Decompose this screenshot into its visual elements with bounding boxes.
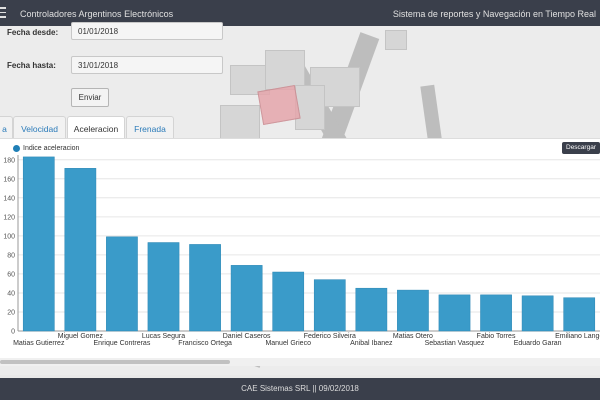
bar-13[interactable] bbox=[563, 297, 596, 332]
x-tick-label-13: Emiliano Lango bbox=[555, 333, 600, 340]
brand-title: Controladores Argentinos Electrónicos bbox=[20, 9, 174, 19]
bar-1[interactable] bbox=[64, 168, 97, 332]
legend-dot-icon bbox=[13, 145, 20, 152]
y-tick-label-4: 80 bbox=[7, 252, 15, 259]
y-tick-label-3: 60 bbox=[7, 271, 15, 278]
y-tick-label-1: 20 bbox=[7, 309, 15, 316]
y-tick-label-7: 140 bbox=[3, 195, 15, 202]
bar-0[interactable] bbox=[22, 156, 55, 332]
hamburger-menu-icon[interactable] bbox=[0, 7, 6, 19]
x-tick-label-4: Francisco Ortega bbox=[178, 340, 232, 347]
x-tick-label-7: Federico Silveira bbox=[304, 333, 356, 340]
from-date-label: Fecha desde: bbox=[7, 28, 59, 37]
tab-partial[interactable]: a bbox=[0, 116, 13, 139]
scroll-thumb[interactable] bbox=[0, 360, 230, 364]
report-tabs: a Velocidad Aceleracion Frenada bbox=[0, 116, 600, 139]
bar-7[interactable] bbox=[313, 279, 346, 332]
submit-button[interactable]: Enviar bbox=[71, 88, 109, 107]
bar-5[interactable] bbox=[230, 265, 263, 332]
y-tick-label-8: 160 bbox=[3, 176, 15, 183]
y-tick-label-9: 180 bbox=[3, 157, 15, 164]
y-tick-label-5: 100 bbox=[3, 233, 15, 240]
x-tick-label-8: Anibal Ibanez bbox=[350, 340, 393, 347]
tab-velocidad[interactable]: Velocidad bbox=[13, 116, 66, 139]
legend-label: Indice aceleracion bbox=[23, 145, 80, 152]
chart-legend[interactable]: Indice aceleracion bbox=[13, 145, 79, 152]
chart-panel: Indice aceleracion Descargar 0 20 40 60 80 10… bbox=[0, 138, 600, 366]
bar-9[interactable] bbox=[397, 289, 429, 332]
bar-4[interactable] bbox=[189, 244, 221, 332]
bar-12[interactable] bbox=[521, 295, 554, 332]
x-tick-label-11: Fabio Torres bbox=[477, 333, 516, 340]
bar-3[interactable] bbox=[147, 242, 180, 332]
x-tick-label-3: Lucas Segura bbox=[142, 333, 185, 340]
to-date-label: Fecha hasta: bbox=[7, 61, 56, 70]
y-tick-label-6: 120 bbox=[3, 214, 15, 221]
x-tick-label-2: Enrique Contreras bbox=[94, 340, 151, 347]
bar-2[interactable] bbox=[106, 236, 138, 332]
bar-6[interactable] bbox=[272, 271, 305, 332]
tab-aceleracion[interactable]: Aceleracion bbox=[67, 116, 125, 139]
from-date-input[interactable]: 01/01/2018 bbox=[71, 22, 223, 40]
bar-chart: 0 20 40 60 80 100 120 140 160 180 Matias Gutierrez… bbox=[3, 155, 600, 347]
tab-frenada[interactable]: Frenada bbox=[126, 116, 174, 139]
x-tick-label-9: Matias Otero bbox=[393, 333, 433, 340]
x-tick-label-5: Daniel Caseros bbox=[223, 333, 271, 340]
date-filter-form: Fecha desde: 01/01/2018 Fecha hasta: 31/… bbox=[0, 22, 600, 116]
x-tick-label-0: Matias Gutierrez bbox=[13, 340, 65, 347]
bar-10[interactable] bbox=[438, 294, 471, 332]
x-tick-label-12: Eduardo Garan bbox=[514, 340, 562, 347]
bar-11[interactable] bbox=[480, 294, 512, 332]
x-tick-label-1: Miguel Gomez bbox=[58, 333, 104, 340]
to-date-input[interactable]: 31/01/2018 bbox=[71, 56, 223, 74]
horizontal-scrollbar[interactable] bbox=[0, 358, 600, 366]
footer: CAE Sistemas SRL || 09/02/2018 bbox=[0, 378, 600, 400]
download-button[interactable]: Descargar bbox=[562, 142, 600, 154]
y-tick-label-2: 40 bbox=[7, 290, 15, 297]
bar-8[interactable] bbox=[355, 287, 388, 332]
app-title: Sistema de reportes y Navegación en Tiem… bbox=[392, 9, 596, 19]
x-tick-label-10: Sebastian Vasquez bbox=[425, 340, 485, 347]
y-tick-label-0: 0 bbox=[11, 329, 15, 336]
x-tick-label-6: Manuel Grieco bbox=[265, 340, 311, 347]
